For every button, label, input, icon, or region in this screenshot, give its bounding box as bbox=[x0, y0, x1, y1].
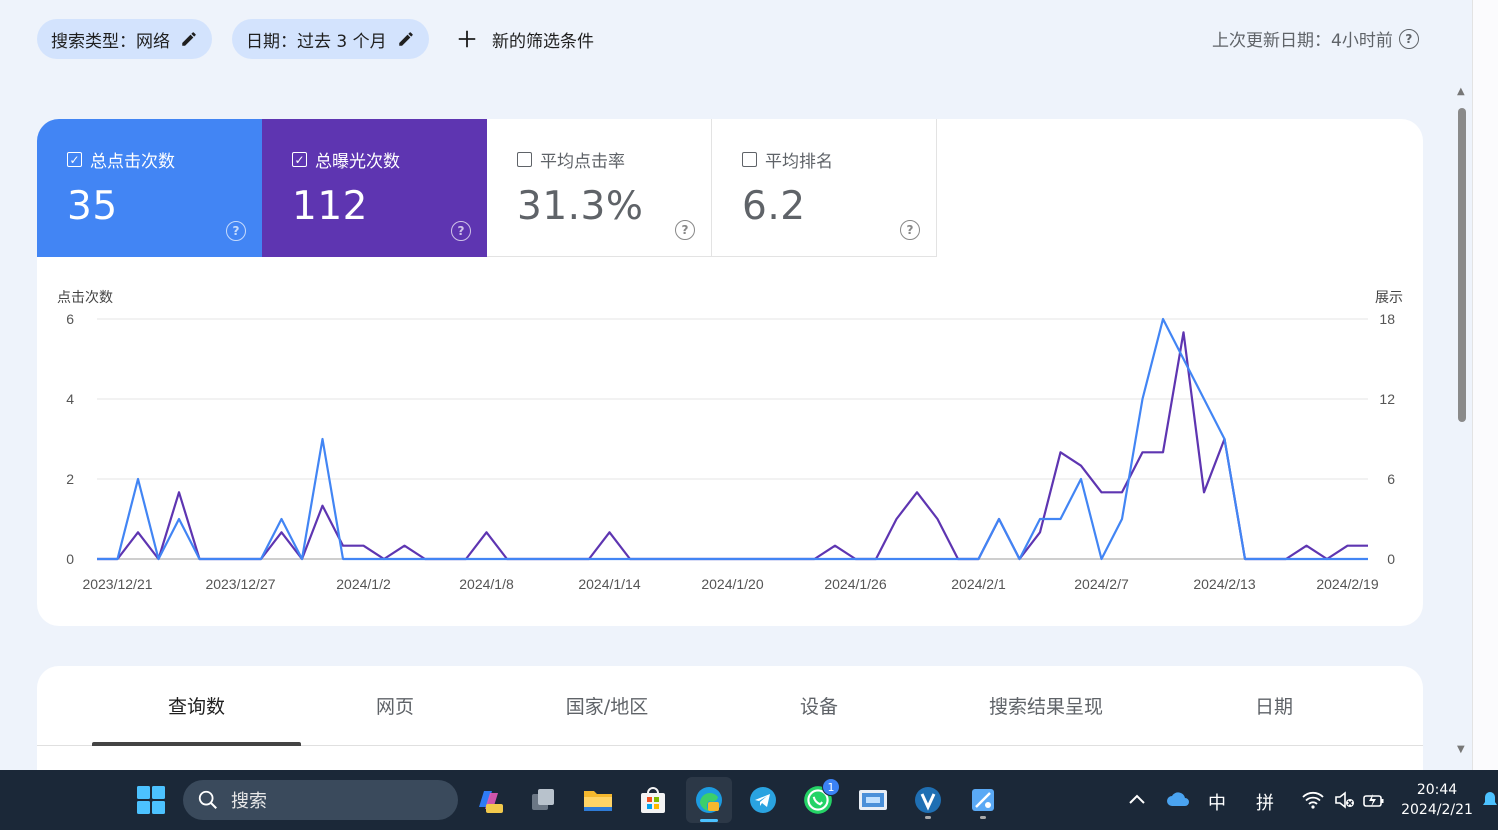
y-tick-label: 6 bbox=[66, 311, 74, 327]
last-update: 上次更新日期：4小时前 ? bbox=[1212, 26, 1419, 51]
impressions-series-line bbox=[97, 331, 1368, 561]
last-update-text: 上次更新日期：4小时前 bbox=[1212, 31, 1393, 51]
tab-devices[interactable]: 设备 bbox=[757, 692, 881, 719]
y2-tick-label: 12 bbox=[1379, 391, 1395, 407]
wifi-icon[interactable] bbox=[1302, 791, 1324, 809]
remote-desktop-icon bbox=[859, 790, 887, 810]
y2-tick-label: 0 bbox=[1387, 551, 1395, 567]
onedrive-cloud-icon[interactable] bbox=[1166, 790, 1190, 808]
copilot-app[interactable] bbox=[468, 780, 508, 820]
new-filter-label: 新的筛选条件 bbox=[492, 31, 594, 52]
store-icon bbox=[641, 787, 665, 813]
active-app-indicator bbox=[700, 819, 718, 822]
performance-chart: 点击次数 展示 0 2 4 6 0 6 12 18 2023/12/21 2023/12/27 2024… bbox=[57, 289, 1403, 592]
help-icon[interactable]: ? bbox=[1398, 28, 1419, 49]
vpn-app[interactable] bbox=[908, 780, 948, 820]
side-panel-strip bbox=[1472, 0, 1498, 770]
pencil-icon bbox=[182, 32, 196, 46]
notification-badge: 1 bbox=[822, 778, 840, 796]
scroll-up-arrow-icon[interactable]: ▲ bbox=[1457, 86, 1465, 97]
x-tick-label: 2024/1/26 bbox=[824, 576, 886, 592]
x-tick-label: 2024/2/1 bbox=[951, 576, 1006, 592]
dimension-card: 查询数 网页 国家/地区 设备 搜索结果呈现 日期 bbox=[37, 666, 1423, 786]
x-tick-label: 2024/2/13 bbox=[1193, 576, 1255, 592]
x-tick-label: 2023/12/27 bbox=[205, 576, 275, 592]
y2-axis-title: 展示 bbox=[1375, 289, 1403, 305]
snipping-tool-app[interactable] bbox=[963, 780, 1003, 820]
running-indicator bbox=[925, 816, 931, 819]
remote-desktop-app[interactable] bbox=[853, 780, 893, 820]
dimension-tabs: 查询数 网页 国家/地区 设备 搜索结果呈现 日期 bbox=[37, 666, 1423, 746]
whatsapp-app[interactable]: 1 bbox=[798, 778, 840, 820]
edge-app[interactable] bbox=[686, 777, 732, 823]
task-view-icon bbox=[532, 789, 554, 810]
new-filter-button[interactable]: 新的筛选条件 bbox=[456, 19, 594, 59]
tab-queries[interactable]: 查询数 bbox=[92, 692, 301, 719]
x-tick-label: 2024/1/2 bbox=[336, 576, 391, 592]
copilot-icon bbox=[479, 791, 503, 813]
tab-dates[interactable]: 日期 bbox=[1212, 692, 1336, 719]
file-explorer-app[interactable] bbox=[578, 780, 618, 820]
x-tick-label: 2024/2/7 bbox=[1074, 576, 1129, 592]
taskbar: 搜索 1 中 拼 20:44 2024/2/21 bbox=[0, 770, 1498, 830]
x-tick-label: 2024/2/19 bbox=[1316, 576, 1378, 592]
clock-time: 20:44 bbox=[1416, 782, 1458, 798]
system-clock[interactable]: 20:44 2024/2/21 bbox=[1400, 780, 1474, 820]
start-button[interactable] bbox=[131, 780, 171, 820]
pencil-icon bbox=[398, 32, 413, 46]
tab-pages[interactable]: 网页 bbox=[327, 692, 463, 719]
taskbar-search-placeholder: 搜索 bbox=[231, 791, 267, 812]
y2-tick-label: 6 bbox=[1387, 471, 1395, 487]
scrollbar[interactable]: ▲ ▼ bbox=[1453, 80, 1471, 762]
battery-charging-icon[interactable] bbox=[1362, 791, 1386, 809]
ime-input-indicator[interactable]: 拼 bbox=[1256, 789, 1274, 815]
date-filter-label: 日期：过去 3 个月 bbox=[246, 31, 387, 52]
windows-icon bbox=[137, 786, 165, 814]
y2-tick-label: 18 bbox=[1379, 311, 1395, 327]
telegram-app[interactable] bbox=[743, 780, 783, 820]
scroll-down-arrow-icon[interactable]: ▼ bbox=[1457, 744, 1465, 755]
task-view-app[interactable] bbox=[523, 780, 563, 820]
active-tab-indicator bbox=[92, 742, 301, 746]
performance-card: ✓ 总点击次数 35 ? ✓ 总曝光次数 112 ? 平均点击率 31.3% ?… bbox=[37, 119, 1423, 626]
chevron-up-icon[interactable] bbox=[1128, 792, 1146, 806]
y-axis-title: 点击次数 bbox=[57, 289, 113, 305]
snipping-tool-icon bbox=[972, 789, 994, 811]
search-icon bbox=[198, 790, 217, 809]
x-tick-label: 2024/1/20 bbox=[701, 576, 763, 592]
ime-mode-indicator[interactable]: 中 bbox=[1208, 789, 1226, 815]
telegram-icon bbox=[750, 787, 776, 813]
y-tick-label: 4 bbox=[66, 391, 74, 407]
v-logo-icon bbox=[915, 787, 941, 813]
y-tick-label: 2 bbox=[66, 471, 74, 487]
clock-date: 2024/2/21 bbox=[1401, 802, 1473, 818]
search-type-filter-chip[interactable]: 搜索类型：网络 bbox=[37, 19, 212, 59]
clicks-series-line bbox=[97, 317, 1368, 561]
microsoft-store-app[interactable] bbox=[633, 780, 673, 820]
speaker-muted-icon[interactable] bbox=[1334, 791, 1356, 809]
scroll-thumb[interactable] bbox=[1458, 108, 1466, 422]
search-type-filter-label: 搜索类型：网络 bbox=[51, 31, 170, 52]
tab-countries[interactable]: 国家/地区 bbox=[537, 692, 677, 719]
edge-browser-icon bbox=[696, 787, 722, 813]
tab-search-appearance[interactable]: 搜索结果呈现 bbox=[967, 692, 1125, 719]
folder-icon bbox=[584, 791, 612, 811]
date-filter-chip[interactable]: 日期：过去 3 个月 bbox=[232, 19, 429, 59]
x-tick-label: 2024/1/8 bbox=[459, 576, 514, 592]
taskbar-search-box[interactable]: 搜索 bbox=[183, 780, 458, 820]
x-tick-label: 2023/12/21 bbox=[82, 576, 152, 592]
plus-icon bbox=[458, 30, 476, 48]
y-tick-label: 0 bbox=[66, 551, 74, 567]
x-tick-label: 2024/1/14 bbox=[578, 576, 640, 592]
notification-bell-icon[interactable] bbox=[1482, 790, 1498, 810]
running-indicator bbox=[980, 816, 986, 819]
